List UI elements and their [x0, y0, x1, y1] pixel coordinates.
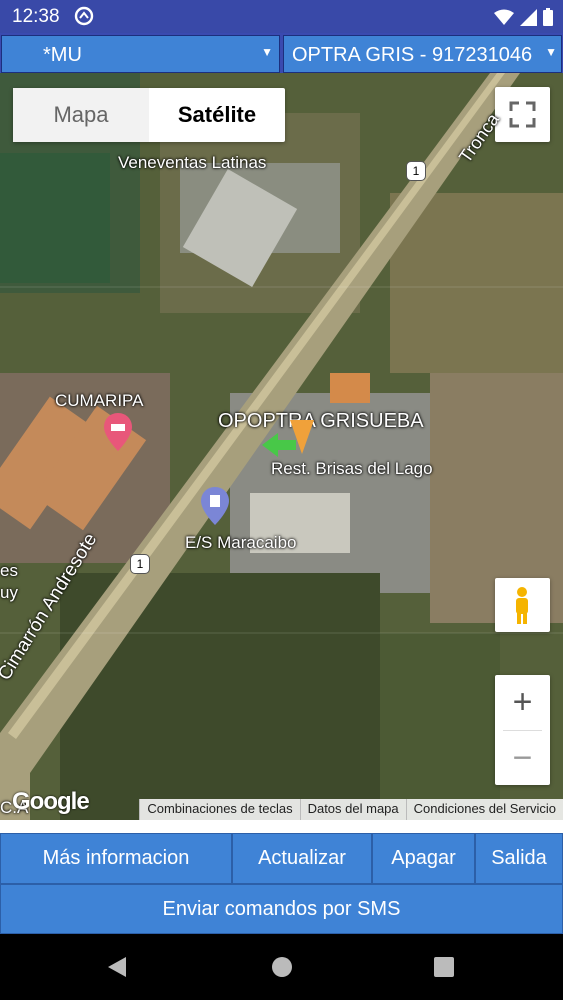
dropdown-arrow-icon: ▼ [261, 45, 273, 59]
vehicle-spinner-value: OPTRA GRIS - 917231046 [292, 44, 533, 66]
zoom-control: + − [495, 675, 550, 785]
terms-link[interactable]: Condiciones del Servicio [405, 799, 563, 820]
status-time: 12:38 [12, 6, 60, 27]
wifi-icon [494, 9, 514, 25]
sms-commands-button[interactable]: Enviar comandos por SMS [0, 884, 563, 934]
status-bar: 12:38 [0, 0, 563, 33]
map-data-link[interactable]: Datos del mapa [299, 799, 406, 820]
signal-icon [520, 8, 537, 26]
update-button[interactable]: Actualizar [232, 833, 372, 884]
hotel-pin-icon[interactable] [104, 413, 132, 451]
place-label-es: E/S Maracaibo [185, 533, 297, 552]
back-icon[interactable] [106, 956, 128, 978]
status-icons [494, 7, 553, 27]
map-type-satellite-button[interactable]: Satélite [149, 88, 285, 142]
vehicle-spinner[interactable]: OPTRA GRIS - 917231046 ▼ [283, 35, 562, 73]
vehicle-marker-label: OPOPTRA GRISUEBA [218, 410, 424, 432]
zoom-out-button[interactable]: − [495, 731, 550, 785]
pegman-icon [516, 587, 528, 624]
action-button-row: Más informacion Actualizar Apagar Salida [0, 833, 563, 884]
fullscreen-button[interactable] [495, 87, 550, 142]
more-info-button[interactable]: Más informacion [0, 833, 232, 884]
map-type-map-button[interactable]: Mapa [13, 88, 149, 142]
fullscreen-icon [509, 101, 536, 128]
home-icon[interactable] [271, 956, 293, 978]
off-button[interactable]: Apagar [372, 833, 475, 884]
street-view-button[interactable] [495, 578, 550, 632]
road-badge: 1 [406, 161, 426, 181]
place-label-cumaripa: CUMARIPA [55, 391, 144, 410]
exit-button[interactable]: Salida [475, 833, 563, 884]
account-spinner-value: *MU [43, 44, 82, 66]
vehicle-arrow-icon[interactable] [262, 433, 296, 457]
zoom-in-button[interactable]: + [495, 675, 550, 730]
place-label-rest: Rest. Brisas del Lago [271, 459, 433, 478]
road-badge: 1 [130, 554, 150, 574]
map-type-control: Mapa Satélite [13, 88, 285, 142]
dropdown-arrow-icon: ▼ [543, 45, 557, 59]
place-label-edge-2: uy [0, 583, 18, 602]
google-logo: Google [12, 788, 90, 815]
map-attribution: Combinaciones de teclas Datos del mapa C… [139, 799, 563, 820]
place-label-veneventas: Veneventas Latinas [118, 153, 267, 172]
gas-station-pin-icon[interactable] [201, 487, 229, 525]
navigation-bar [0, 934, 563, 1000]
sync-icon [74, 6, 94, 26]
recents-icon[interactable] [433, 956, 455, 978]
account-spinner[interactable]: *MU ▼ [1, 35, 280, 73]
place-label-edge-1: es [0, 561, 18, 580]
spinner-row: *MU ▼ OPTRA GRIS - 917231046 ▼ [0, 33, 563, 73]
battery-icon [543, 8, 553, 26]
keyboard-shortcuts-link[interactable]: Combinaciones de teclas [139, 799, 300, 820]
satellite-map[interactable]: Mapa Satélite Veneventas Latinas CUMARIP… [0, 73, 563, 820]
